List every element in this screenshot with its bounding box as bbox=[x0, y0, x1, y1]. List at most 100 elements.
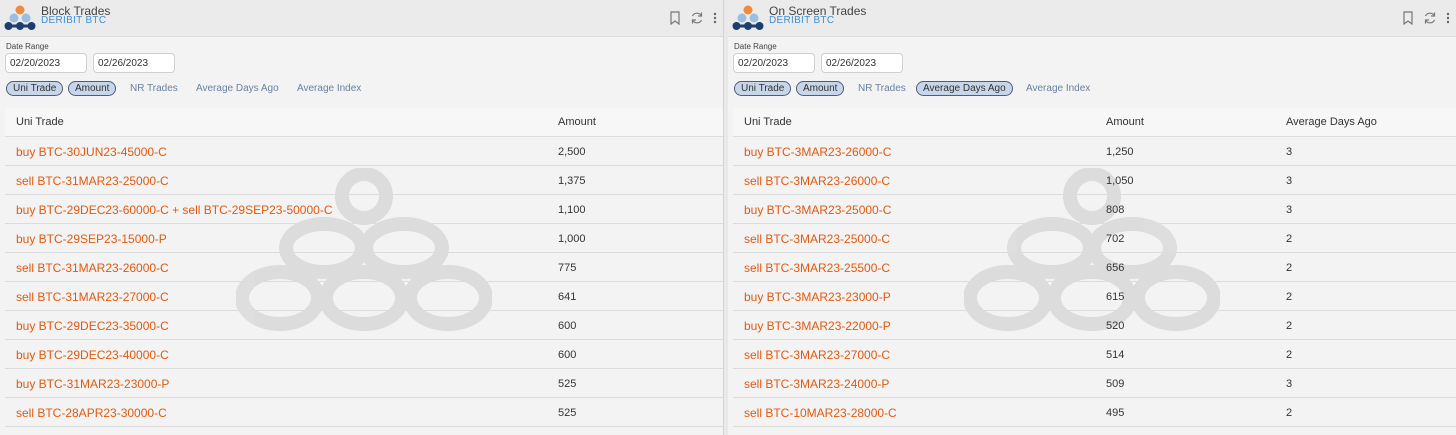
amount-cell: 808 bbox=[1106, 204, 1125, 216]
filter-uni-trade[interactable]: Uni Trade bbox=[734, 81, 792, 96]
amount-cell: 514 bbox=[1106, 349, 1125, 361]
trade-link[interactable]: buy BTC-29SEP23-15000-P bbox=[16, 232, 167, 246]
amount-cell: 2,500 bbox=[558, 146, 586, 158]
bookmark-icon[interactable] bbox=[669, 11, 681, 25]
refresh-icon[interactable] bbox=[690, 11, 704, 25]
filter-uni-trade[interactable]: Uni Trade bbox=[6, 81, 64, 96]
header-actions bbox=[1402, 11, 1450, 25]
table-row[interactable]: buy BTC-3MAR23-23000-P 615 2 bbox=[733, 282, 1456, 311]
filter-average-days-ago[interactable]: Average Days Ago bbox=[916, 81, 1013, 96]
table-row[interactable]: buy BTC-29DEC23-35000-C 600 bbox=[5, 311, 723, 340]
table-row[interactable]: buy BTC-29DEC23-40000-C 600 bbox=[5, 340, 723, 369]
column-header-uni-trade[interactable]: Uni Trade bbox=[744, 116, 792, 128]
table-row[interactable]: buy BTC-30JUN23-45000-C 2,500 bbox=[5, 137, 723, 166]
table-row[interactable]: sell BTC-31MAR23-27000-C 641 bbox=[5, 282, 723, 311]
table-row[interactable]: buy BTC-29SEP23-15000-P 1,000 bbox=[5, 224, 723, 253]
table-row[interactable]: buy BTC-3MAR23-22000-P 520 2 bbox=[733, 311, 1456, 340]
trade-link[interactable]: buy BTC-29DEC23-35000-C bbox=[16, 319, 169, 333]
trade-link[interactable]: buy BTC-3MAR23-22000-P bbox=[744, 319, 891, 333]
amount-cell: 702 bbox=[1106, 233, 1125, 245]
panel-header: Block Trades DERIBIT BTC bbox=[0, 0, 723, 37]
date-from-input[interactable]: 02/20/2023 bbox=[733, 53, 815, 73]
panel-subtitle: DERIBIT BTC bbox=[41, 15, 107, 26]
header-actions bbox=[669, 11, 717, 25]
trade-link[interactable]: buy BTC-29DEC23-40000-C bbox=[16, 348, 169, 362]
average-days-ago-cell: 2 bbox=[1286, 291, 1293, 303]
date-from-input[interactable]: 02/20/2023 bbox=[5, 53, 87, 73]
date-to-input[interactable]: 02/26/2023 bbox=[93, 53, 175, 73]
trade-link[interactable]: buy BTC-30JUN23-45000-C bbox=[16, 145, 167, 159]
table-row[interactable]: buy BTC-3MAR23-26000-C 1,250 3 bbox=[733, 137, 1456, 166]
filter-average-index[interactable]: Average Index bbox=[1019, 81, 1097, 96]
amount-cell: 1,000 bbox=[558, 233, 586, 245]
average-days-ago-cell: 2 bbox=[1286, 262, 1293, 274]
trade-link[interactable]: buy BTC-3MAR23-25000-C bbox=[744, 203, 891, 217]
trade-link[interactable]: sell BTC-3MAR23-25500-C bbox=[744, 261, 890, 275]
table-row[interactable]: sell BTC-3MAR23-25000-C 702 2 bbox=[733, 224, 1456, 253]
column-header-amount[interactable]: Amount bbox=[558, 116, 596, 128]
filter-average-index[interactable]: Average Index bbox=[290, 81, 368, 96]
trade-link[interactable]: sell BTC-3MAR23-24000-P bbox=[744, 377, 889, 391]
filter-amount[interactable]: Amount bbox=[796, 81, 845, 96]
trade-link[interactable]: sell BTC-31MAR23-26000-C bbox=[16, 261, 169, 275]
amount-cell: 600 bbox=[558, 349, 577, 361]
average-days-ago-cell: 3 bbox=[1286, 146, 1293, 158]
average-days-ago-cell: 3 bbox=[1286, 378, 1293, 390]
average-days-ago-cell: 2 bbox=[1286, 407, 1293, 419]
amount-cell: 509 bbox=[1106, 378, 1125, 390]
amount-cell: 615 bbox=[1106, 291, 1125, 303]
filter-nr-trades[interactable]: NR Trades bbox=[123, 81, 185, 96]
average-days-ago-cell: 2 bbox=[1286, 349, 1293, 361]
trade-link[interactable]: buy BTC-3MAR23-23000-P bbox=[744, 290, 891, 304]
refresh-icon[interactable] bbox=[1423, 11, 1437, 25]
table-row[interactable]: buy BTC-3MAR23-25000-C 808 3 bbox=[733, 195, 1456, 224]
filter-nr-trades[interactable]: NR Trades bbox=[851, 81, 913, 96]
date-to-input[interactable]: 02/26/2023 bbox=[821, 53, 903, 73]
trade-link[interactable]: sell BTC-3MAR23-26000-C bbox=[744, 174, 890, 188]
trade-link[interactable]: sell BTC-31MAR23-27000-C bbox=[16, 290, 169, 304]
amount-cell: 1,250 bbox=[1106, 146, 1134, 158]
amount-cell: 1,050 bbox=[1106, 175, 1134, 187]
trade-link[interactable]: buy BTC-31MAR23-23000-P bbox=[16, 377, 169, 391]
table-row[interactable]: sell BTC-31MAR23-26000-C 775 bbox=[5, 253, 723, 282]
table-header: Uni Trade Amount bbox=[5, 108, 723, 137]
table-row[interactable]: sell BTC-3MAR23-26000-C 1,050 3 bbox=[733, 166, 1456, 195]
table-header: Uni Trade Amount Average Days Ago bbox=[733, 108, 1456, 137]
more-vertical-icon[interactable] bbox=[1446, 12, 1450, 24]
column-header-average-days-ago[interactable]: Average Days Ago bbox=[1286, 116, 1377, 128]
table-row[interactable]: sell BTC-31MAR23-25000-C 1,375 bbox=[5, 166, 723, 195]
table-row[interactable]: buy BTC-31MAR23-23000-P 525 bbox=[5, 369, 723, 398]
table-row[interactable]: buy BTC-29DEC23-60000-C + sell BTC-29SEP… bbox=[5, 195, 723, 224]
column-header-uni-trade[interactable]: Uni Trade bbox=[16, 116, 64, 128]
amount-cell: 1,375 bbox=[558, 175, 586, 187]
average-days-ago-cell: 3 bbox=[1286, 204, 1293, 216]
filter-average-days-ago[interactable]: Average Days Ago bbox=[189, 81, 286, 96]
amount-cell: 520 bbox=[1106, 320, 1125, 332]
trade-link[interactable]: sell BTC-3MAR23-27000-C bbox=[744, 348, 890, 362]
more-vertical-icon[interactable] bbox=[713, 12, 717, 24]
amount-cell: 495 bbox=[1106, 407, 1125, 419]
table-row[interactable]: sell BTC-10MAR23-28000-C 495 2 bbox=[733, 398, 1456, 427]
average-days-ago-cell: 2 bbox=[1286, 233, 1293, 245]
column-header-amount[interactable]: Amount bbox=[1106, 116, 1144, 128]
trade-link[interactable]: sell BTC-31MAR23-25000-C bbox=[16, 174, 169, 188]
amount-cell: 656 bbox=[1106, 262, 1125, 274]
trade-link[interactable]: buy BTC-29DEC23-60000-C + sell BTC-29SEP… bbox=[16, 203, 332, 217]
date-range-label: Date Range bbox=[734, 42, 777, 51]
amount-cell: 525 bbox=[558, 407, 577, 419]
trade-link[interactable]: sell BTC-28APR23-30000-C bbox=[16, 406, 167, 420]
amount-cell: 525 bbox=[558, 378, 577, 390]
amount-cell: 641 bbox=[558, 291, 577, 303]
date-range-label: Date Range bbox=[6, 42, 49, 51]
panel-header: On Screen Trades DERIBIT BTC bbox=[728, 0, 1456, 37]
trade-link[interactable]: buy BTC-3MAR23-26000-C bbox=[744, 145, 891, 159]
table-row[interactable]: sell BTC-3MAR23-24000-P 509 3 bbox=[733, 369, 1456, 398]
trade-link[interactable]: sell BTC-10MAR23-28000-C bbox=[744, 406, 897, 420]
app-logo-icon bbox=[732, 5, 764, 30]
table-row[interactable]: sell BTC-28APR23-30000-C 525 bbox=[5, 398, 723, 427]
table-row[interactable]: sell BTC-3MAR23-25500-C 656 2 bbox=[733, 253, 1456, 282]
filter-amount[interactable]: Amount bbox=[68, 81, 117, 96]
trade-link[interactable]: sell BTC-3MAR23-25000-C bbox=[744, 232, 890, 246]
table-row[interactable]: sell BTC-3MAR23-27000-C 514 2 bbox=[733, 340, 1456, 369]
bookmark-icon[interactable] bbox=[1402, 11, 1414, 25]
